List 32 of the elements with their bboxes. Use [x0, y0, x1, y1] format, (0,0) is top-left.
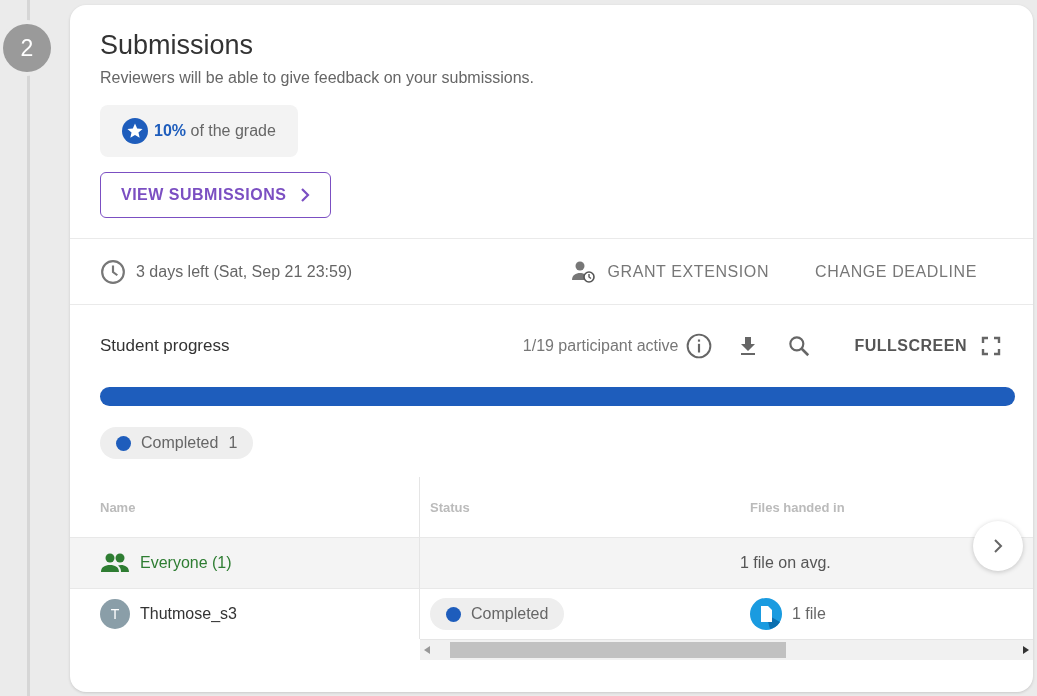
view-submissions-button[interactable]: VIEW SUBMISSIONS [100, 172, 332, 218]
deadline-action-button[interactable]: CHANGE DEADLINE [807, 258, 985, 285]
deadline-action-button[interactable]: GRANT EXTENSION [563, 256, 778, 287]
files-average: 1 file on avg. [740, 554, 831, 572]
chevron-right-icon [300, 188, 311, 202]
people-icon [100, 553, 130, 573]
chevron-right-icon [993, 538, 1003, 554]
progress-title: Student progress [100, 336, 230, 356]
info-icon[interactable] [686, 333, 713, 359]
clock-icon [100, 258, 126, 285]
fullscreen-icon [981, 336, 1001, 356]
column-header: Status [430, 499, 470, 515]
group-name: Everyone (1) [140, 554, 232, 572]
column-header: Name [100, 499, 136, 515]
fullscreen-button[interactable]: FULLSCREEN [852, 334, 1003, 358]
section-title: Submissions [100, 29, 254, 61]
column-header: Files handed in [750, 499, 845, 515]
legend-label: Completed [141, 434, 219, 452]
person-clock-icon [571, 260, 596, 283]
grade-text: 10% of the grade [154, 122, 276, 140]
status-label: Completed [471, 605, 549, 623]
avatar: T [100, 599, 130, 629]
student-name: Thutmose_s3 [140, 605, 237, 623]
deadline-text: 3 days left (Sat, Sep 21 23:59) [136, 262, 353, 281]
legend-count: 1 [228, 434, 238, 452]
horizontal-scrollbar[interactable] [420, 639, 1033, 660]
section-subtitle: Reviewers will be able to give feedback on your submissions. [100, 69, 534, 87]
files-count: 1 file [792, 605, 826, 623]
scroll-right-icon[interactable] [1023, 646, 1029, 654]
step-number: 2 [3, 24, 51, 72]
active-count: 1/19 participant active [522, 337, 679, 355]
file-icon [750, 598, 782, 630]
